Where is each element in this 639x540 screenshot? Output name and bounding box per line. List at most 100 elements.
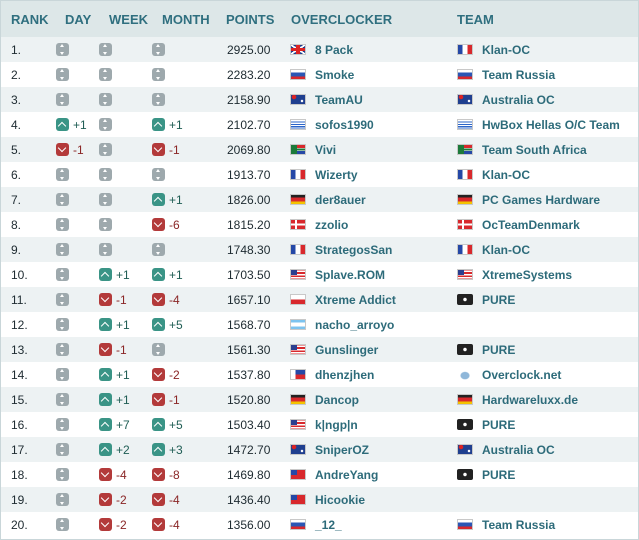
week-change-value: +7 xyxy=(116,417,130,432)
up-down-icon xyxy=(56,93,69,106)
month-change-cell xyxy=(152,62,169,87)
month-change-cell: +5 xyxy=(152,312,183,337)
overclocker-link[interactable]: StrategosSan xyxy=(315,243,392,257)
week-change-cell: -2 xyxy=(99,512,127,537)
up-down-icon xyxy=(99,43,112,56)
team-link[interactable]: Australia OC xyxy=(482,443,555,457)
up-down-icon xyxy=(99,118,112,131)
team-link[interactable]: HwBox Hellas O/C Team xyxy=(482,118,620,132)
team-link[interactable]: Australia OC xyxy=(482,93,555,107)
team-link[interactable]: PURE xyxy=(482,468,515,482)
overclocker-link[interactable]: SniperOZ xyxy=(315,443,369,457)
team-link[interactable]: PURE xyxy=(482,418,515,432)
header-week[interactable]: WEEK xyxy=(109,12,148,27)
rank-value: 10. xyxy=(11,267,28,282)
day-change-cell xyxy=(56,412,73,437)
table-row: 16. +7 +5 1503.40 k|ngp|n PURE xyxy=(1,412,638,437)
country-flag-icon xyxy=(290,94,306,105)
table-row: 6. 1913.70 Wizerty Klan-OC xyxy=(1,162,638,187)
overclocker-link[interactable]: Vivi xyxy=(315,143,336,157)
country-flag-icon xyxy=(457,219,473,230)
week-change-value: +1 xyxy=(116,392,130,407)
team-link[interactable]: Overclock.net xyxy=(482,368,561,382)
overclocker-link[interactable]: _12_ xyxy=(315,518,342,532)
overclocker-link[interactable]: nacho_arroyo xyxy=(315,318,394,332)
header-day[interactable]: DAY xyxy=(65,12,91,27)
arrow-up-icon xyxy=(99,368,112,381)
day-change-cell xyxy=(56,462,73,487)
team-cell: Team South Africa xyxy=(457,137,587,162)
header-points[interactable]: POINTS xyxy=(226,12,274,27)
team-link[interactable]: XtremeSystems xyxy=(482,268,572,282)
overclocker-link[interactable]: Gunslinger xyxy=(315,343,378,357)
up-down-icon xyxy=(152,68,165,81)
points-value: 2069.80 xyxy=(227,142,271,157)
overclocker-link[interactable]: Xtreme Addict xyxy=(315,293,396,307)
arrow-down-icon xyxy=(56,143,69,156)
overclocker-link[interactable]: Hicookie xyxy=(315,493,365,507)
points-value: 1568.70 xyxy=(227,317,271,332)
table-header: RANK DAY WEEK MONTH POINTS OVERCLOCKER T… xyxy=(1,1,638,37)
team-link[interactable]: Team Russia xyxy=(482,518,555,532)
rank-cell: 17. xyxy=(11,437,28,462)
overclocker-link[interactable]: sofos1990 xyxy=(315,118,374,132)
week-change-value: +2 xyxy=(116,442,130,457)
week-change-cell: -2 xyxy=(99,487,127,512)
points-value: 1826.00 xyxy=(227,192,271,207)
overclocker-link[interactable]: Smoke xyxy=(315,68,354,82)
overclocker-link[interactable]: TeamAU xyxy=(315,93,363,107)
points-cell: 1469.80 xyxy=(227,462,270,487)
week-change-cell xyxy=(99,212,116,237)
team-cell: Team Russia xyxy=(457,512,555,537)
month-change-value: +5 xyxy=(169,417,183,432)
table-row: 17. +2 +3 1472.70 SniperOZ Australia OC xyxy=(1,437,638,462)
overclocker-link[interactable]: k|ngp|n xyxy=(315,418,358,432)
arrow-down-icon xyxy=(152,393,165,406)
team-link[interactable]: Klan-OC xyxy=(482,43,530,57)
up-down-icon xyxy=(152,243,165,256)
month-change-cell: +1 xyxy=(152,187,183,212)
overclocker-link[interactable]: AndreYang xyxy=(315,468,378,482)
header-rank[interactable]: RANK xyxy=(11,12,49,27)
team-link[interactable]: Team South Africa xyxy=(482,143,587,157)
overclocker-link[interactable]: Wizerty xyxy=(315,168,358,182)
overclocker-link[interactable]: zzolio xyxy=(315,218,348,232)
team-link[interactable]: Klan-OC xyxy=(482,168,530,182)
week-change-cell: -4 xyxy=(99,462,127,487)
arrow-up-icon xyxy=(152,193,165,206)
week-change-value: +1 xyxy=(116,317,130,332)
points-value: 2158.90 xyxy=(227,92,271,107)
day-change-cell xyxy=(56,187,73,212)
country-flag-icon xyxy=(290,44,306,55)
team-link[interactable]: PURE xyxy=(482,343,515,357)
header-team[interactable]: TEAM xyxy=(457,12,494,27)
overclocker-link[interactable]: 8 Pack xyxy=(315,43,353,57)
team-link[interactable]: Klan-OC xyxy=(482,243,530,257)
arrow-up-icon xyxy=(152,318,165,331)
points-value: 1537.80 xyxy=(227,367,271,382)
team-link[interactable]: PC Games Hardware xyxy=(482,193,600,207)
arrow-up-icon xyxy=(152,268,165,281)
team-cell: Team Russia xyxy=(457,62,555,87)
overclocker-cell: Wizerty xyxy=(290,162,358,187)
day-change-cell xyxy=(56,362,73,387)
team-link[interactable]: Hardwareluxx.de xyxy=(482,393,578,407)
team-link[interactable]: OcTeamDenmark xyxy=(482,218,580,232)
team-cell: Australia OC xyxy=(457,87,555,112)
header-month[interactable]: MONTH xyxy=(162,12,210,27)
overclocker-link[interactable]: dhenzjhen xyxy=(315,368,374,382)
overclocker-link[interactable]: Splave.ROM xyxy=(315,268,385,282)
up-down-icon xyxy=(56,493,69,506)
overclocker-link[interactable]: Dancop xyxy=(315,393,359,407)
rank-value: 20. xyxy=(11,517,28,532)
country-flag-icon xyxy=(290,469,306,480)
overclocker-cell: AndreYang xyxy=(290,462,378,487)
overclocker-cell: der8auer xyxy=(290,187,366,212)
team-link[interactable]: PURE xyxy=(482,293,515,307)
header-overclocker[interactable]: OVERCLOCKER xyxy=(291,12,392,27)
overclocker-link[interactable]: der8auer xyxy=(315,193,366,207)
team-link[interactable]: Team Russia xyxy=(482,68,555,82)
points-value: 1436.40 xyxy=(227,492,271,507)
country-flag-icon xyxy=(290,219,306,230)
up-down-icon xyxy=(56,243,69,256)
